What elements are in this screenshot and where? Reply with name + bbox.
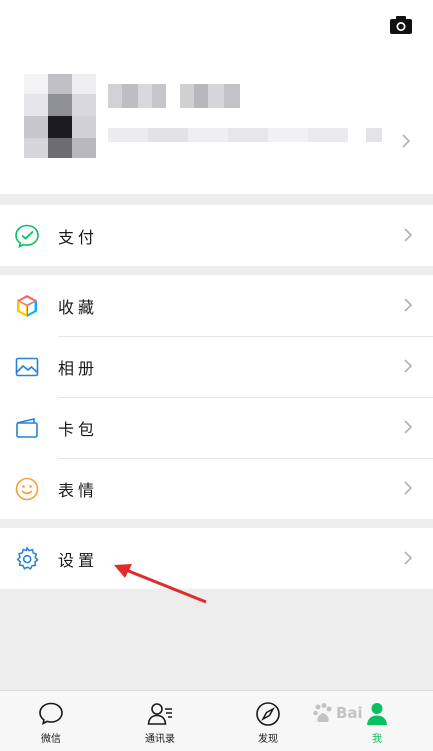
chat-bubble-icon <box>39 702 63 726</box>
tab-label-contacts: 通讯录 <box>145 734 175 745</box>
profile-header[interactable] <box>0 0 433 194</box>
smiley-icon <box>15 477 39 501</box>
menu-label-settings: 设置 <box>58 551 99 570</box>
camera-icon[interactable] <box>389 15 413 35</box>
menu-item-stickers[interactable]: 表情 <box>0 458 433 519</box>
paw-logo-icon <box>313 703 332 722</box>
favorites-cube-icon <box>17 295 37 317</box>
wechat-id-blurred <box>108 128 388 142</box>
menu-label-pay: 支付 <box>58 228 99 247</box>
menu-label-album: 相册 <box>58 359 99 378</box>
menu-group-pay: 支付 <box>0 205 433 266</box>
chevron-right-icon <box>404 551 413 565</box>
tab-label-discover: 发现 <box>258 734 278 745</box>
chevron-right-icon <box>404 298 413 312</box>
avatar[interactable] <box>24 74 96 158</box>
menu-group-settings: 设置 <box>0 528 433 589</box>
menu-label-cards: 卡包 <box>58 420 99 439</box>
tab-label-chats: 微信 <box>41 734 61 745</box>
menu-item-album[interactable]: 相册 <box>0 336 433 397</box>
chevron-right-icon <box>404 359 413 373</box>
watermark: Bai <box>308 700 408 728</box>
annotation-arrow-icon <box>114 564 207 604</box>
gear-icon <box>16 546 39 570</box>
tab-discover[interactable]: 发现 <box>228 691 308 751</box>
watermark-text: Bai <box>336 704 363 722</box>
pay-icon <box>15 224 39 248</box>
menu-item-settings[interactable]: 设置 <box>0 528 433 589</box>
chevron-right-icon <box>404 228 413 242</box>
tab-label-me: 我 <box>372 734 382 745</box>
nickname-blurred <box>108 84 243 108</box>
tab-contacts[interactable]: 通讯录 <box>120 691 200 751</box>
tab-chats[interactable]: 微信 <box>11 691 91 751</box>
contacts-icon <box>147 703 172 725</box>
card-wallet-icon <box>16 417 38 438</box>
chevron-right-icon <box>404 481 413 495</box>
chevron-right-icon <box>402 134 411 148</box>
menu-label-stickers: 表情 <box>58 481 99 500</box>
menu-item-cards[interactable]: 卡包 <box>0 397 433 458</box>
chevron-right-icon <box>404 420 413 434</box>
album-icon <box>15 357 39 377</box>
menu-label-favorites: 收藏 <box>58 298 99 317</box>
compass-icon <box>256 702 280 726</box>
menu-group-main: 收藏 相册 卡包 表情 <box>0 275 433 519</box>
menu-item-favorites[interactable]: 收藏 <box>0 275 433 336</box>
menu-item-pay[interactable]: 支付 <box>0 205 433 266</box>
